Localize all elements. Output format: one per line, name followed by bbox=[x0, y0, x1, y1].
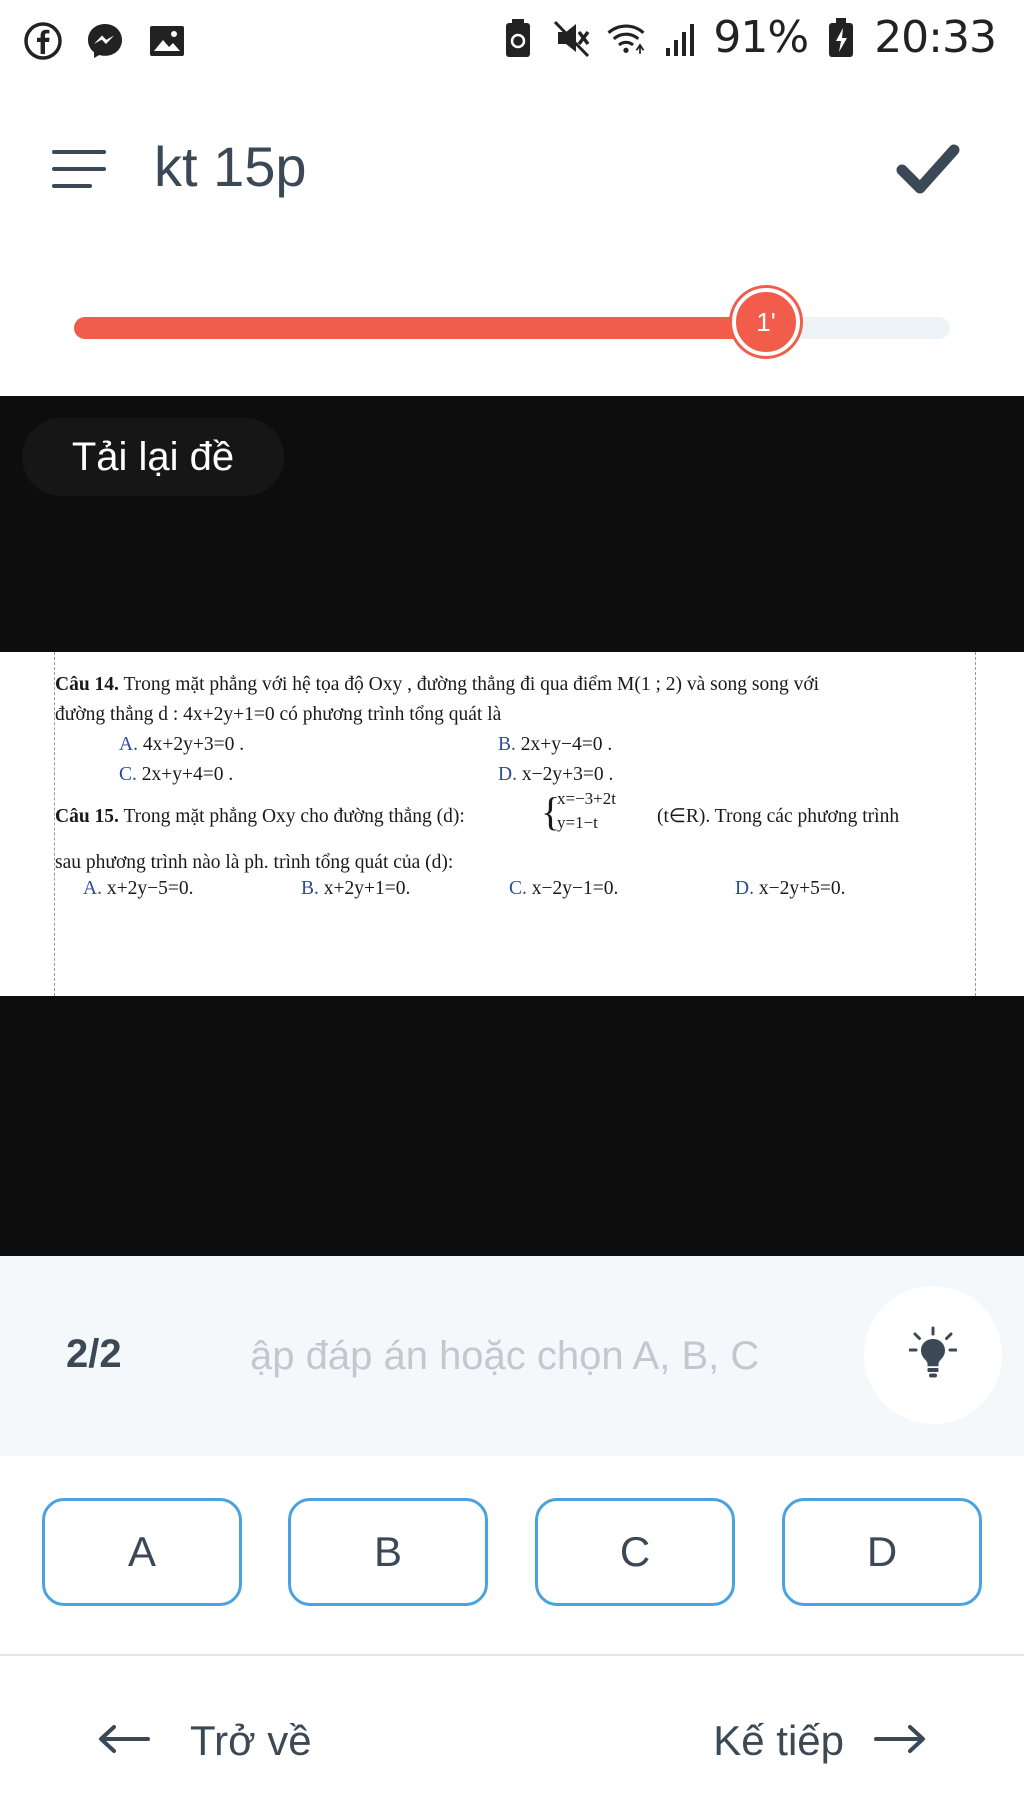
page-indicator: 2/2 bbox=[66, 1332, 122, 1376]
divider bbox=[0, 1654, 1024, 1656]
choice-c-button[interactable]: C bbox=[535, 1498, 735, 1606]
hamburger-icon[interactable] bbox=[52, 148, 110, 190]
battery-charging-icon bbox=[820, 17, 862, 59]
clock: 20:33 bbox=[874, 12, 997, 63]
mute-icon bbox=[551, 17, 593, 59]
question-image: Câu 14. Trong mặt phẳng với hệ tọa độ Ox… bbox=[0, 652, 1024, 996]
reload-question-button[interactable]: Tải lại đề bbox=[22, 418, 284, 496]
hint-button[interactable] bbox=[864, 1286, 1002, 1424]
page-title: kt 15p bbox=[154, 135, 307, 198]
q15-option-a: A. x+2y−5=0. bbox=[83, 878, 194, 899]
arrow-left-icon bbox=[96, 1724, 150, 1758]
back-label: Trở về bbox=[190, 1717, 312, 1764]
messenger-icon bbox=[84, 20, 126, 62]
answer-input[interactable] bbox=[250, 1316, 820, 1396]
question-frame: Câu 14. Trong mặt phẳng với hệ tọa độ Ox… bbox=[54, 652, 976, 996]
question-text: Trong mặt phẳng với hệ tọa độ Oxy , đườn… bbox=[118, 674, 820, 695]
lightbulb-icon bbox=[908, 1326, 958, 1384]
choice-d-button[interactable]: D bbox=[782, 1498, 982, 1606]
answer-bar: 2/2 bbox=[0, 1256, 1024, 1456]
next-button[interactable]: Kế tiếp bbox=[713, 1706, 928, 1776]
q14-option-b: B. 2x+y−4=0 . bbox=[498, 734, 613, 755]
status-bar: 91% 20:33 bbox=[0, 0, 1024, 80]
time-progress-bar: 1' bbox=[74, 288, 950, 356]
q15-option-c: C. x−2y−1=0. bbox=[509, 878, 619, 899]
choice-a-button[interactable]: A bbox=[42, 1498, 242, 1606]
battery-percent: 91% bbox=[713, 12, 809, 63]
question-viewer: Tải lại đề Câu 14. Trong mặt phẳng với h… bbox=[0, 396, 1024, 1256]
question-15-line-1-end: (t∈R). Trong các phương trình bbox=[657, 806, 900, 827]
system-indicators: 91% 20:33 bbox=[497, 12, 997, 63]
gallery-icon bbox=[146, 20, 188, 62]
next-label: Kế tiếp bbox=[713, 1717, 844, 1764]
progress-knob[interactable]: 1' bbox=[732, 288, 801, 356]
wifi-icon bbox=[605, 17, 647, 59]
check-icon[interactable] bbox=[896, 140, 966, 200]
saver-icon bbox=[497, 17, 539, 59]
q15-option-d: D. x−2y+5=0. bbox=[735, 878, 846, 899]
arrow-right-icon bbox=[874, 1724, 928, 1758]
q14-option-c: C. 2x+y+4=0 . bbox=[119, 764, 234, 785]
q14-option-a: A. 4x+2y+3=0 . bbox=[119, 734, 245, 755]
choice-buttons: A B C D bbox=[0, 1498, 1024, 1610]
back-button[interactable]: Trở về bbox=[96, 1706, 312, 1776]
q15-option-b: B. x+2y+1=0. bbox=[301, 878, 411, 899]
progress-fill bbox=[74, 317, 767, 339]
question-14-line-2: đường thẳng d : 4x+2y+1=0 có phương trìn… bbox=[55, 704, 502, 725]
question-15-line-1: Câu 15. Trong mặt phẳng Oxy cho đường th… bbox=[55, 806, 465, 827]
signal-icon bbox=[659, 17, 701, 59]
question-number: Câu 14. bbox=[55, 674, 119, 695]
q14-option-d: D. x−2y+3=0 . bbox=[498, 764, 614, 785]
facebook-icon bbox=[22, 20, 64, 62]
notification-icons bbox=[22, 20, 188, 62]
choice-b-button[interactable]: B bbox=[288, 1498, 488, 1606]
question-14-line-1: Câu 14. Trong mặt phẳng với hệ tọa độ Ox… bbox=[55, 670, 819, 700]
app-header: kt 15p bbox=[0, 120, 1024, 220]
